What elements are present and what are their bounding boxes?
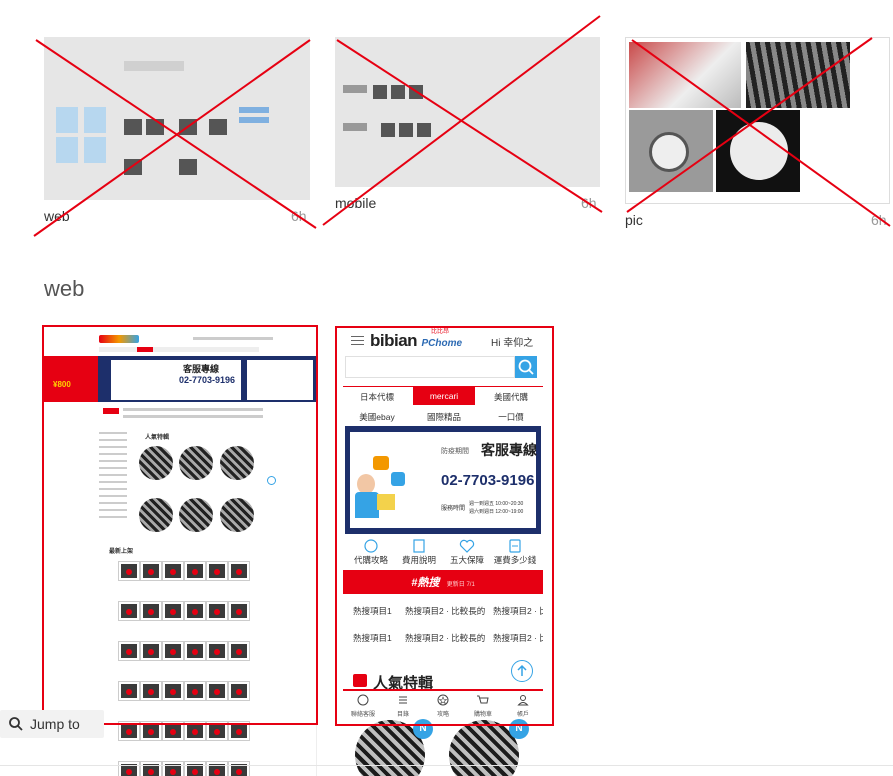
thumbnail-pic-label[interactable]: pic	[625, 212, 643, 228]
bottom-divider	[208, 765, 209, 776]
search-icon	[9, 717, 23, 731]
photo-street	[746, 42, 850, 108]
thumbnail-web-label[interactable]: web	[44, 208, 70, 224]
thumb-content	[239, 117, 269, 123]
thumbnail-pic[interactable]	[625, 37, 890, 204]
thumbnail-web[interactable]	[44, 37, 310, 200]
thumb-content	[56, 137, 78, 163]
thumb-content	[56, 107, 78, 133]
section-title: web	[44, 276, 85, 301]
jump-to-label: Jump to	[30, 716, 80, 732]
thumb-content	[239, 107, 269, 113]
thumbnail-web-age: 6h	[291, 208, 307, 224]
thumbnail-pic-age: 6h	[871, 212, 887, 228]
bottom-divider	[0, 765, 893, 766]
thumb-content	[373, 85, 387, 99]
photo-gauge	[629, 110, 713, 192]
photo-store	[629, 42, 741, 108]
thumb-content	[343, 123, 367, 131]
thumb-content	[409, 85, 423, 99]
photo-speaker	[716, 110, 800, 192]
thumb-content	[84, 137, 106, 163]
thumb-content	[391, 85, 405, 99]
thumbnail-mobile-age: 6h	[581, 195, 597, 211]
thumb-content	[399, 123, 413, 137]
thumb-content	[179, 119, 197, 135]
thumb-content	[343, 85, 367, 93]
thumb-content	[417, 123, 431, 137]
thumb-content	[124, 119, 142, 135]
thumbnail-mobile[interactable]	[335, 37, 600, 187]
thumb-content	[84, 107, 106, 133]
thumbnail-mobile-label[interactable]: mobile	[335, 195, 376, 211]
jump-to-button[interactable]: Jump to	[0, 710, 104, 738]
thumb-content	[124, 61, 184, 71]
mobile-preview-highlight	[335, 326, 554, 726]
thumb-content	[179, 159, 197, 175]
thumb-content	[124, 159, 142, 175]
web-preview-highlight	[42, 325, 318, 725]
thumb-content	[209, 119, 227, 135]
thumb-content	[381, 123, 395, 137]
thumb-content	[146, 119, 164, 135]
